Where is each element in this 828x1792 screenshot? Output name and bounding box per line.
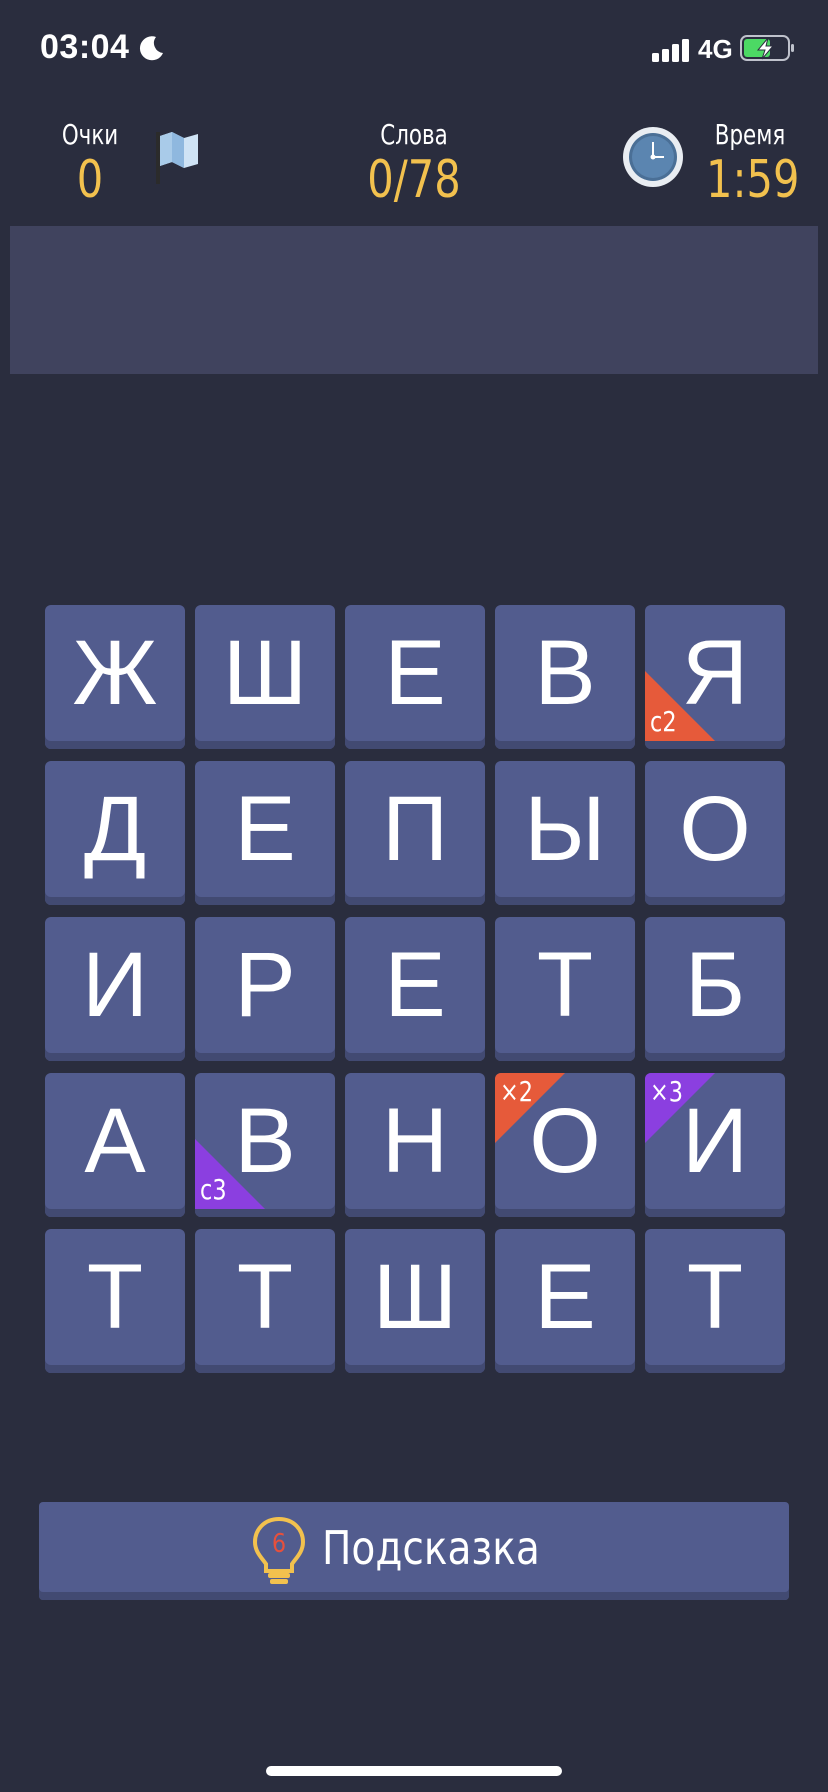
- tile-letter: В: [534, 621, 596, 724]
- tile-letter: Т: [86, 1245, 144, 1348]
- letter-tile[interactable]: Е: [345, 605, 485, 749]
- tile-letter: О: [679, 777, 751, 880]
- clock-icon: [623, 127, 683, 187]
- letter-tile[interactable]: Ы: [495, 761, 635, 905]
- tile-letter: Т: [536, 933, 594, 1036]
- letter-tile[interactable]: Б: [645, 917, 785, 1061]
- tile-letter: Е: [384, 621, 446, 724]
- tile-letter: Ш: [372, 1245, 458, 1348]
- tile-letter: А: [84, 1089, 146, 1192]
- bonus-badge: с2: [650, 705, 677, 738]
- status-time: 03:04: [40, 28, 130, 66]
- letter-tile[interactable]: Е: [495, 1229, 635, 1373]
- score-value: 0: [76, 150, 104, 210]
- letter-tile[interactable]: И: [45, 917, 185, 1061]
- network-type: 4G: [698, 34, 733, 64]
- bonus-badge: ×2: [500, 1075, 534, 1108]
- letter-grid: Ж Ш Е В Яс2 Д Е П Ы О И Р Е Т Б А Вс3 Н О ×2 И ×3 Т Т Ш Е Т: [45, 605, 785, 1375]
- letter-tile[interactable]: О ×2: [495, 1073, 635, 1217]
- moon-icon: [139, 36, 163, 61]
- letter-tile[interactable]: Е: [345, 917, 485, 1061]
- letter-tile[interactable]: А: [45, 1073, 185, 1217]
- tile-letter: П: [381, 777, 449, 880]
- letter-tile[interactable]: Т: [45, 1229, 185, 1373]
- time-value: 1:59: [706, 150, 800, 210]
- word-panel: [10, 226, 818, 374]
- bonus-badge: ×3: [650, 1075, 684, 1108]
- status-bar: 03:04 4G: [0, 0, 828, 100]
- letter-tile[interactable]: Р: [195, 917, 335, 1061]
- letter-tile[interactable]: Ш: [345, 1229, 485, 1373]
- score-label: Очки: [61, 118, 119, 151]
- tile-letter: Р: [234, 933, 296, 1036]
- letter-tile[interactable]: Ш: [195, 605, 335, 749]
- hint-label: Подсказка: [321, 1521, 540, 1575]
- letter-tile[interactable]: О: [645, 761, 785, 905]
- letter-tile[interactable]: Т: [495, 917, 635, 1061]
- words-label: Слова: [380, 118, 448, 151]
- lightbulb-icon: 6: [250, 1515, 308, 1587]
- tile-letter: Ы: [524, 777, 606, 880]
- letter-tile[interactable]: Н: [345, 1073, 485, 1217]
- tile-letter: Т: [236, 1245, 294, 1348]
- flag-icon: [156, 132, 198, 184]
- time-label: Время: [714, 118, 786, 151]
- letter-tile[interactable]: Ж: [45, 605, 185, 749]
- tile-letter: Н: [381, 1089, 449, 1192]
- tile-letter: И: [81, 933, 149, 1036]
- tile-letter: Б: [684, 933, 746, 1036]
- letter-tile[interactable]: Т: [645, 1229, 785, 1373]
- tile-letter: Д: [83, 777, 147, 880]
- tile-letter: Е: [384, 933, 446, 1036]
- letter-tile[interactable]: Е: [195, 761, 335, 905]
- tile-letter: Ж: [72, 621, 158, 724]
- letter-tile[interactable]: И ×3: [645, 1073, 785, 1217]
- letter-tile[interactable]: Д: [45, 761, 185, 905]
- letter-tile[interactable]: П: [345, 761, 485, 905]
- tile-letter: Т: [686, 1245, 744, 1348]
- letter-tile[interactable]: Т: [195, 1229, 335, 1373]
- words-value: 0/78: [367, 150, 461, 210]
- hint-count: 6: [271, 1529, 286, 1559]
- home-indicator[interactable]: [266, 1766, 562, 1776]
- battery-charging-icon: [740, 35, 794, 61]
- letter-tile[interactable]: В: [495, 605, 635, 749]
- hint-button[interactable]: 6 Подсказка: [39, 1502, 789, 1600]
- tile-letter: Е: [534, 1245, 596, 1348]
- bonus-badge: с3: [200, 1173, 227, 1206]
- letter-tile[interactable]: Вс3: [195, 1073, 335, 1217]
- tile-letter: Ш: [222, 621, 308, 724]
- signal-bars-icon: [652, 39, 689, 62]
- letter-tile[interactable]: Яс2: [645, 605, 785, 749]
- tile-letter: Е: [234, 777, 296, 880]
